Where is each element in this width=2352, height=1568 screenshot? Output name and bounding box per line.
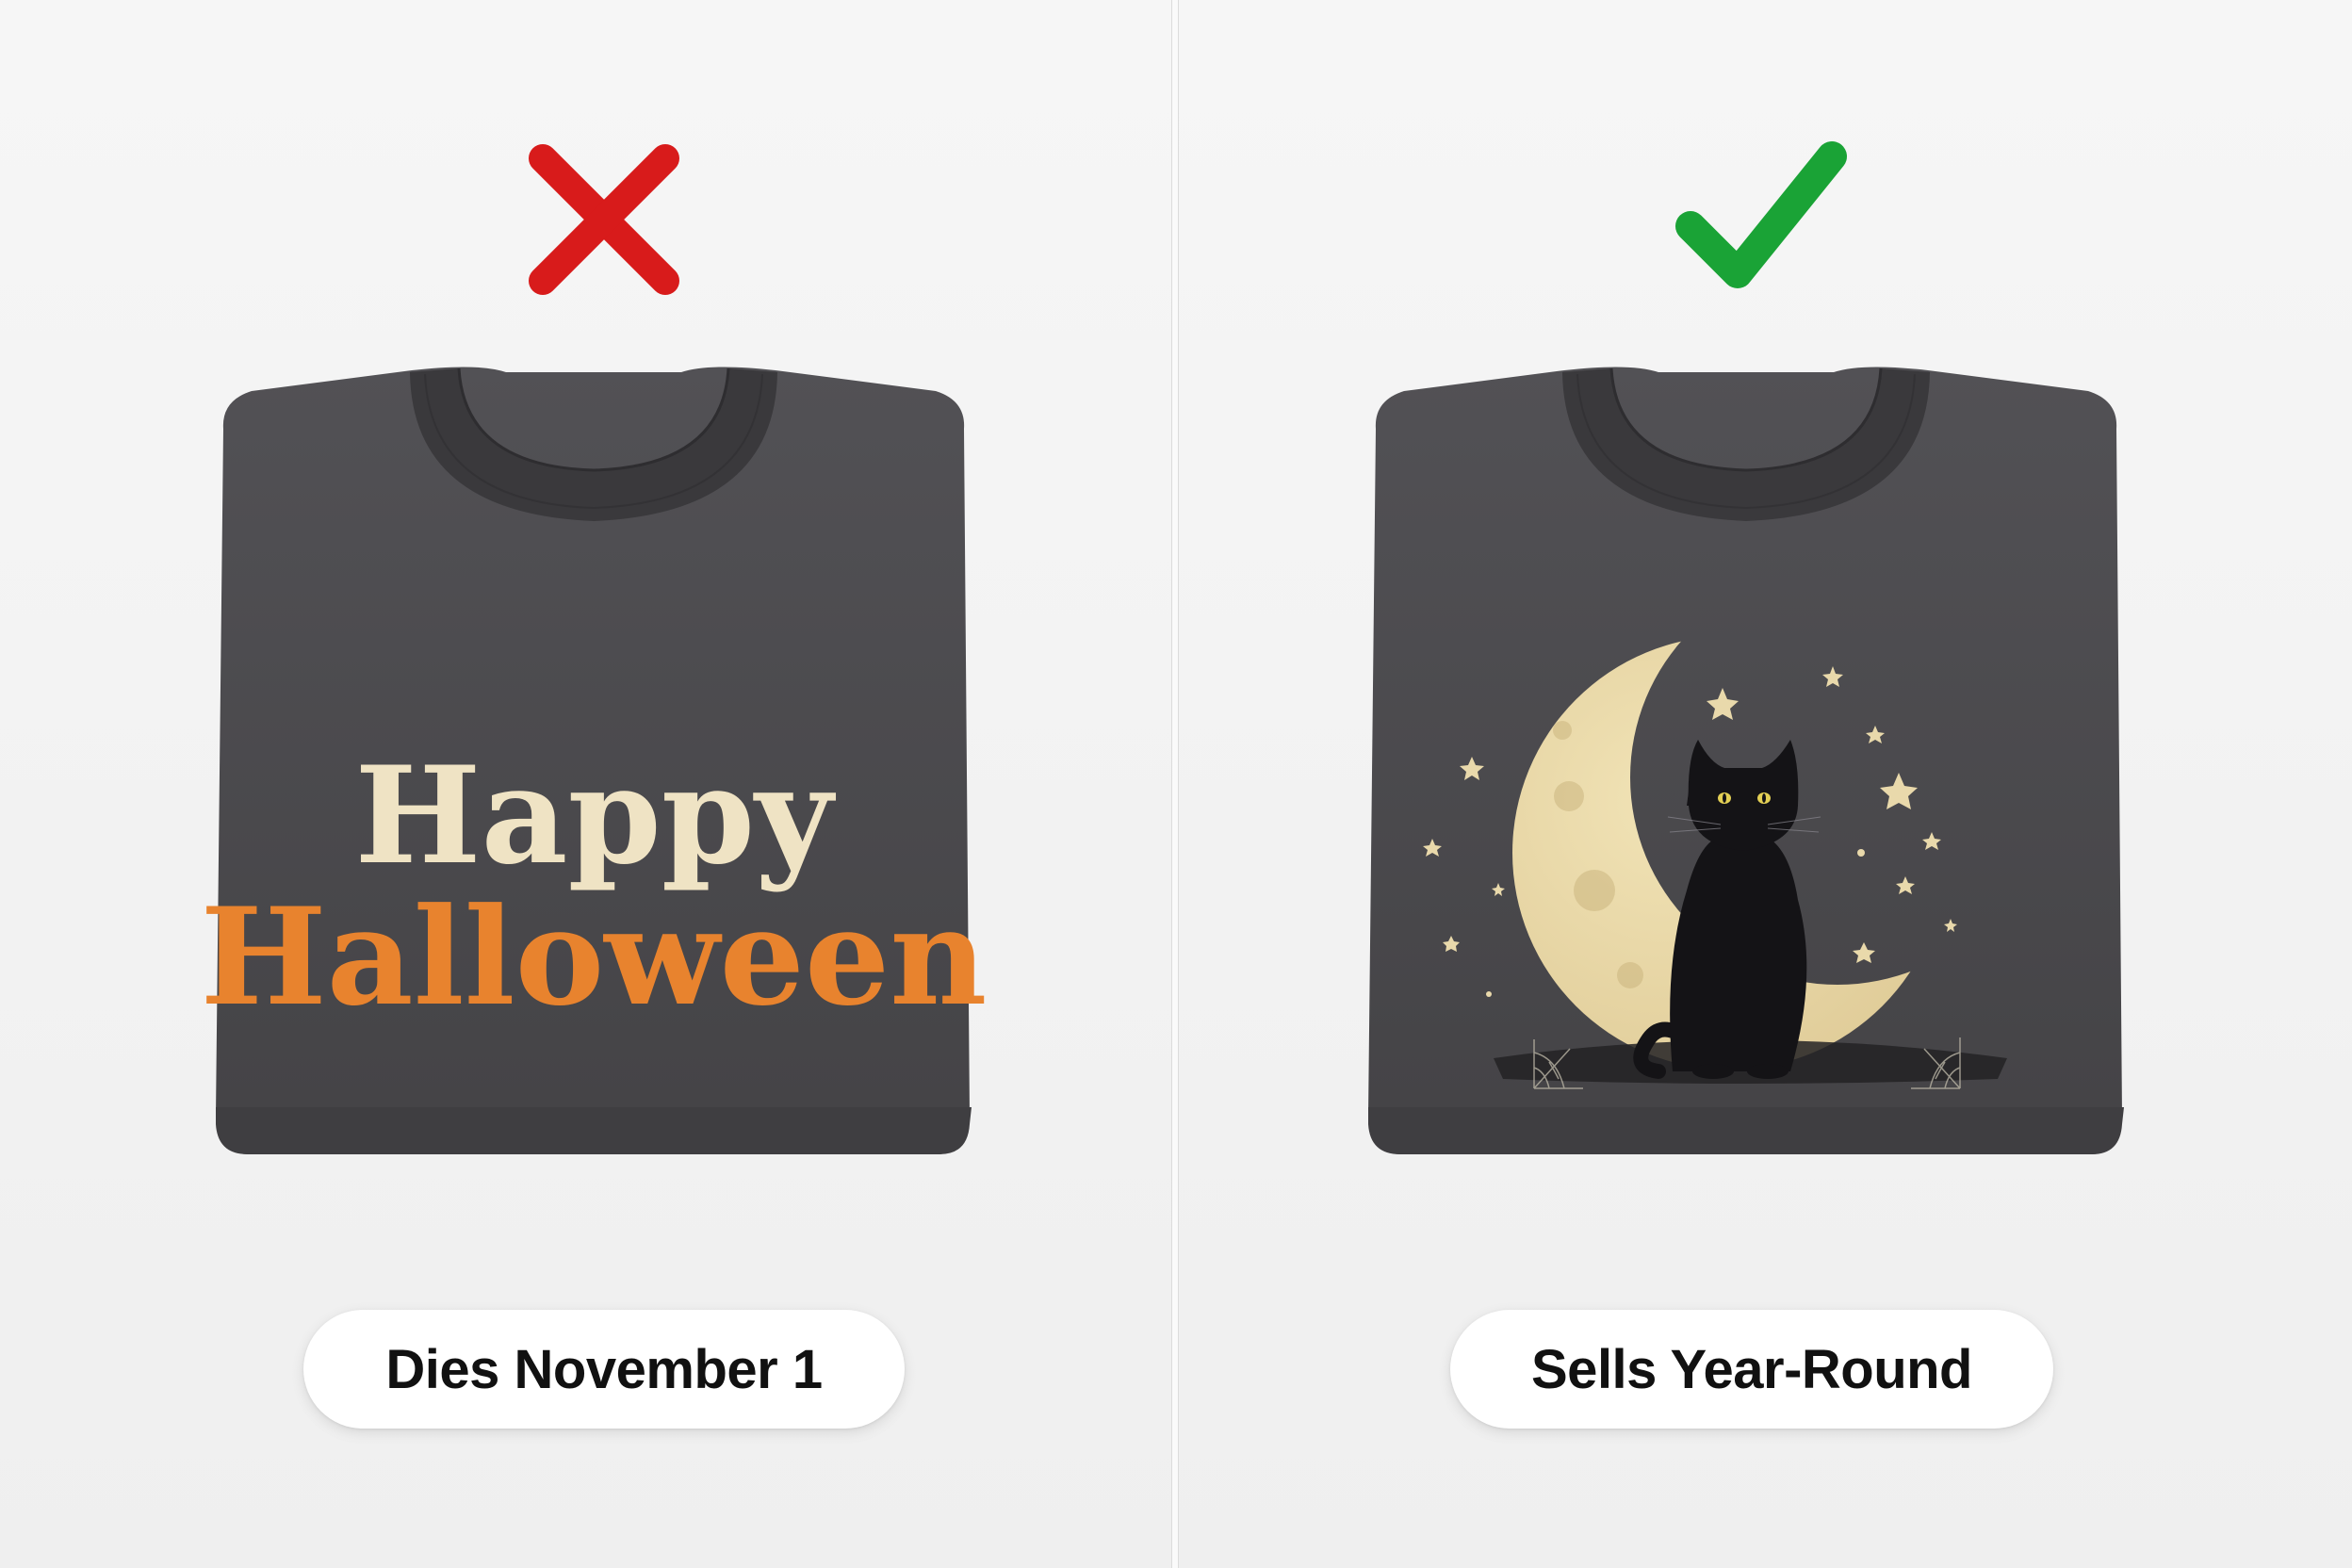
caption-right: Sells Year-Round <box>1450 1310 2053 1429</box>
panel-divider <box>1171 0 1179 1568</box>
halloween-text-shirt: Happy Halloween <box>201 367 988 1154</box>
print-line-2: Halloween <box>201 879 988 1036</box>
black-cat-moon-shirt <box>1348 363 2145 1159</box>
caption-left: Dies November 1 <box>303 1310 905 1429</box>
checkmark-icon <box>1675 141 1847 288</box>
print-line-1: Happy <box>354 738 836 894</box>
cross-icon <box>529 144 679 295</box>
